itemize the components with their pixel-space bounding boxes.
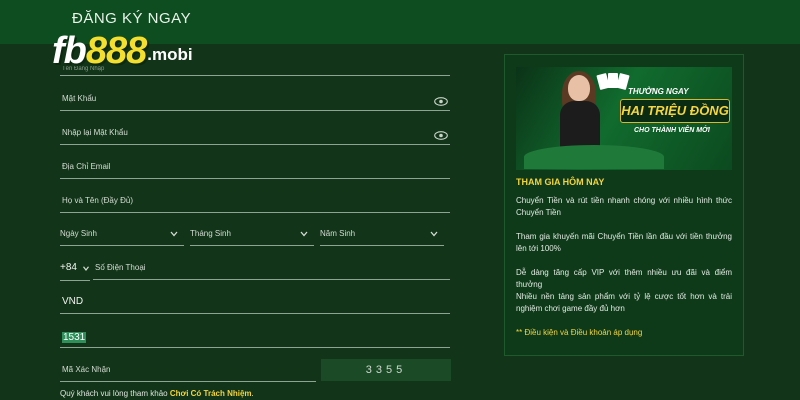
- promo-item: Tham gia khuyến mãi Chuyển Tiền lần đầu …: [516, 232, 732, 253]
- dob-month-label: Tháng Sinh: [190, 229, 231, 238]
- email-label: Địa Chỉ Email: [62, 162, 111, 171]
- fullname-label: Họ và Tên (Đầy Đủ): [62, 196, 133, 205]
- logo-domain: .mobi: [147, 45, 193, 64]
- email-field[interactable]: Địa Chỉ Email: [60, 155, 450, 179]
- responsible-gaming-link[interactable]: Chơi Có Trách Nhiệm: [170, 389, 252, 398]
- promo-banner[interactable]: THƯỞNG NGAY HAI TRIỆU ĐỒNG CHO THÀNH VIÊ…: [516, 67, 732, 170]
- promo-item: Nhiều nền tảng sản phẩm với tỷ lệ cược t…: [516, 292, 732, 313]
- fullname-field[interactable]: Họ và Tên (Đầy Đủ): [60, 189, 450, 213]
- chevron-down-icon: [430, 231, 438, 237]
- banner-line3: CHO THÀNH VIÊN MỚI: [634, 127, 710, 134]
- currency-field[interactable]: VND: [60, 290, 450, 314]
- phone-field[interactable]: Số Điện Thoại: [93, 256, 450, 280]
- captcha-image: 3355: [321, 359, 451, 381]
- brand-logo[interactable]: fb 888 .mobi: [52, 30, 193, 70]
- captcha-label: Mã Xác Nhận: [62, 365, 111, 374]
- footer-note: Quý khách vui lòng tham khảo Chơi Có Trá…: [60, 389, 254, 398]
- eye-icon[interactable]: [434, 97, 448, 106]
- promo-title: THAM GIA HÔM NAY: [516, 177, 605, 187]
- referral-code-value: 1531: [62, 332, 87, 343]
- phone-prefix-underline: [60, 257, 90, 281]
- eye-icon[interactable]: [434, 131, 448, 140]
- banner-line2: HAI TRIỆU ĐỒNG: [620, 99, 730, 123]
- footer-text: Quý khách vui lòng tham khảo: [60, 389, 170, 398]
- dob-day-select[interactable]: Ngày Sinh: [60, 222, 184, 246]
- terms-link[interactable]: ** Điều kiện và Điều khoản áp dụng: [516, 328, 642, 337]
- dob-month-select[interactable]: Tháng Sinh: [190, 222, 314, 246]
- promo-panel: THƯỞNG NGAY HAI TRIỆU ĐỒNG CHO THÀNH VIÊ…: [504, 54, 744, 356]
- promo-item: Dễ dàng tăng cấp VIP với thêm nhiều ưu đ…: [516, 268, 732, 289]
- banner-line1: THƯỞNG NGAY: [628, 87, 689, 96]
- phone-label: Số Điện Thoại: [95, 263, 146, 272]
- dob-year-label: Năm Sinh: [320, 229, 356, 238]
- captcha-field[interactable]: Mã Xác Nhận: [60, 358, 316, 382]
- password-field[interactable]: Mật Khẩu: [60, 87, 450, 111]
- confirm-password-field[interactable]: Nhập lại Mật Khẩu: [60, 121, 450, 145]
- promo-item: Chuyển Tiền và rút tiền nhanh chóng với …: [516, 196, 732, 217]
- logo-number: 888: [85, 30, 147, 72]
- logo-prefix: fb: [52, 30, 87, 72]
- chevron-down-icon: [170, 231, 178, 237]
- chevron-down-icon: [300, 231, 308, 237]
- password-label: Mật Khẩu: [62, 94, 97, 103]
- dob-day-label: Ngày Sinh: [60, 229, 97, 238]
- dob-year-select[interactable]: Năm Sinh: [320, 222, 444, 246]
- playing-cards-icon: [596, 73, 630, 90]
- referral-code-field[interactable]: 1531: [60, 324, 450, 348]
- banner-model-face: [568, 75, 590, 101]
- banner-table: [524, 145, 664, 169]
- footer-end: .: [251, 389, 254, 398]
- confirm-password-label: Nhập lại Mật Khẩu: [62, 128, 128, 137]
- captcha-code: 3355: [365, 364, 407, 376]
- page-title: ĐĂNG KÝ NGAY: [72, 10, 192, 27]
- currency-value: VND: [62, 296, 84, 307]
